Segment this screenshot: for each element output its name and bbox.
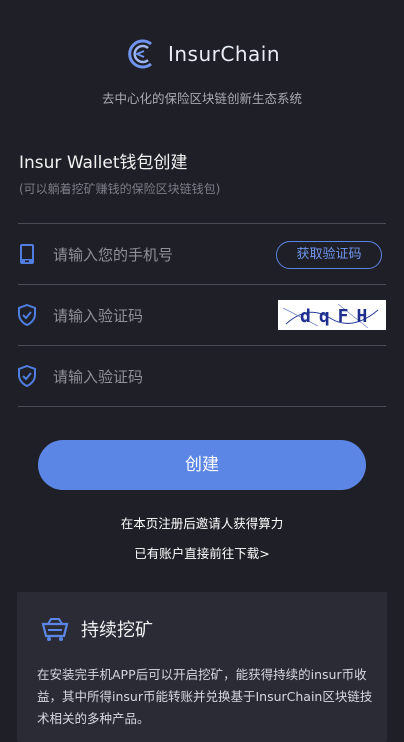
captcha-image[interactable]: dqFH — [278, 300, 386, 330]
captcha-text: dqFH — [300, 306, 375, 327]
card-title: 持续挖矿 — [81, 620, 153, 641]
code-input[interactable]: 请输入验证码 — [53, 366, 143, 387]
card-header: 持续挖矿 — [39, 616, 153, 642]
create-button[interactable]: 创建 — [38, 440, 366, 490]
phone-icon — [20, 244, 34, 264]
mining-card: 持续挖矿 在安装完手机APP后可以开启挖矿，能获得持续的insur币收益，其中所… — [17, 592, 387, 742]
shield-check-icon — [18, 365, 36, 387]
form-title: Insur Wallet钱包创建 — [19, 153, 188, 173]
mining-cart-icon — [41, 618, 69, 641]
phone-input[interactable]: 请输入您的手机号 — [53, 244, 173, 265]
download-link[interactable]: 已有账户直接前往下载> — [0, 543, 404, 562]
form-subtitle: (可以躺着挖矿赚钱的保险区块链钱包) — [19, 182, 221, 196]
get-code-button[interactable]: 获取验证码 — [276, 241, 382, 269]
insurchain-logo-icon — [128, 39, 152, 69]
invite-link[interactable]: 在本页注册后邀请人获得算力 — [0, 513, 404, 532]
card-body: 在安装完手机APP后可以开启挖矿，能获得持续的insur币收益，其中所得insu… — [37, 667, 373, 726]
code-row: 请输入验证码 — [18, 345, 386, 407]
phone-row: 请输入您的手机号 获取验证码 — [18, 223, 386, 284]
brand-logo: InsurChain — [0, 36, 404, 72]
captcha-input[interactable]: 请输入验证码 — [53, 305, 143, 326]
captcha-row: 请输入验证码 dqFH — [18, 284, 386, 345]
tagline: 去中心化的保险区块链创新生态系统 — [101, 91, 302, 106]
logo-text: InsurChain — [167, 42, 281, 66]
shield-check-icon — [18, 304, 36, 326]
